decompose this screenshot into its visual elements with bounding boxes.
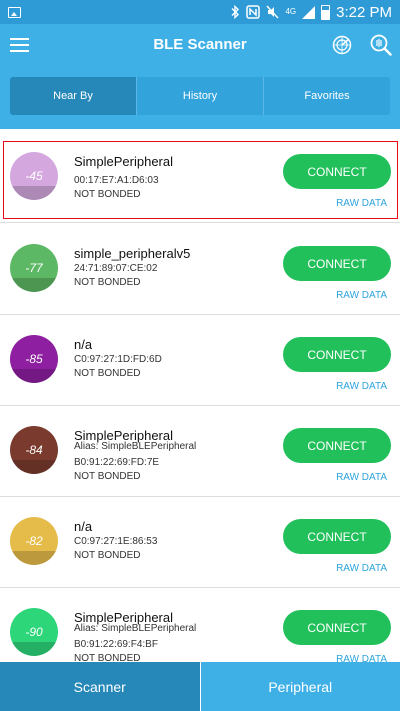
- raw-data-link[interactable]: RAW DATA: [320, 654, 387, 662]
- nfc-icon: [246, 5, 261, 19]
- raw-data-link[interactable]: RAW DATA: [320, 381, 387, 392]
- connect-button[interactable]: CONNECT: [283, 337, 391, 372]
- device-item[interactable]: -84 SimplePeripheral Alias: SimpleBLEPer…: [0, 407, 400, 497]
- device-bond-status: NOT BONDED: [74, 277, 141, 288]
- device-item[interactable]: -77 simple_peripheralv5 24:71:89:07:CE:0…: [0, 225, 400, 315]
- rssi-badge: -84: [10, 426, 58, 474]
- device-mac: B0:91:22:69:F4:BF: [74, 639, 158, 650]
- rssi-badge: -82: [10, 517, 58, 565]
- signal-icon: [302, 5, 316, 19]
- device-bond-status: NOT BONDED: [74, 653, 141, 662]
- rssi-badge: -85: [10, 335, 58, 383]
- tab-bar: Near By History Favorites: [10, 77, 390, 115]
- rssi-badge: -77: [10, 244, 58, 292]
- device-name: n/a: [74, 337, 93, 352]
- bluetooth-icon: [231, 5, 240, 19]
- radar-icon[interactable]: [332, 35, 352, 55]
- device-alias: Alias: SimpleBLEPeripheral: [74, 623, 197, 634]
- network-type: 4G: [285, 7, 297, 16]
- connect-button[interactable]: CONNECT: [283, 610, 391, 645]
- device-item[interactable]: -45 SimplePeripheral 00:17:E7:A1:D6:03 N…: [0, 133, 400, 223]
- status-bar: 4G 3:22 PM: [0, 0, 400, 24]
- device-name: simple_peripheralv5: [74, 246, 191, 261]
- connect-button[interactable]: CONNECT: [283, 246, 391, 281]
- tab-favorites[interactable]: Favorites: [264, 77, 390, 115]
- status-time: 3:22 PM: [336, 3, 392, 21]
- device-bond-status: NOT BONDED: [74, 368, 141, 379]
- raw-data-link[interactable]: RAW DATA: [320, 290, 387, 301]
- device-name: n/a: [74, 519, 93, 534]
- connect-button[interactable]: CONNECT: [283, 154, 391, 189]
- device-item[interactable]: -90 SimplePeripheral Alias: SimpleBLEPer…: [0, 589, 400, 662]
- device-mac: C0:97:27:1D:FD:6D: [74, 354, 162, 365]
- rssi-badge: -45: [10, 152, 58, 200]
- device-mac: 24:71:89:07:CE:02: [74, 263, 158, 274]
- peripheral-tab[interactable]: Peripheral: [199, 662, 400, 711]
- battery-icon: [321, 4, 331, 20]
- raw-data-link[interactable]: RAW DATA: [320, 198, 387, 209]
- device-item[interactable]: -82 n/a C0:97:27:1E:86:53 NOT BONDED CON…: [0, 498, 400, 588]
- device-item[interactable]: -85 n/a C0:97:27:1D:FD:6D NOT BONDED CON…: [0, 316, 400, 406]
- device-list[interactable]: -45 SimplePeripheral 00:17:E7:A1:D6:03 N…: [0, 129, 400, 662]
- device-bond-status: NOT BONDED: [74, 550, 141, 561]
- rssi-badge: -90: [10, 608, 58, 656]
- tab-history[interactable]: History: [137, 77, 264, 115]
- mute-icon: [266, 5, 279, 19]
- scanner-tab[interactable]: Scanner: [0, 662, 200, 711]
- bottom-bar: Scanner Peripheral: [0, 662, 400, 711]
- app-bar: BLE Scanner: [0, 24, 400, 68]
- device-bond-status: NOT BONDED: [74, 189, 141, 200]
- device-mac: B0:91:22:69:FD:7E: [74, 457, 160, 468]
- raw-data-link[interactable]: RAW DATA: [320, 472, 387, 483]
- gallery-icon: [8, 6, 21, 18]
- connect-button[interactable]: CONNECT: [283, 428, 391, 463]
- device-mac: 00:17:E7:A1:D6:03: [74, 175, 159, 186]
- tab-band: Near By History Favorites: [0, 68, 400, 129]
- scan-icon[interactable]: [370, 34, 392, 56]
- device-name: SimplePeripheral: [74, 154, 173, 169]
- tab-near-by[interactable]: Near By: [10, 77, 137, 115]
- ble-scanner-screen: 4G 3:22 PM BLE Scanner Near By History F…: [0, 0, 400, 711]
- device-bond-status: NOT BONDED: [74, 471, 141, 482]
- device-alias: Alias: SimpleBLEPeripheral: [74, 441, 197, 452]
- device-mac: C0:97:27:1E:86:53: [74, 536, 158, 547]
- connect-button[interactable]: CONNECT: [283, 519, 391, 554]
- raw-data-link[interactable]: RAW DATA: [320, 563, 387, 574]
